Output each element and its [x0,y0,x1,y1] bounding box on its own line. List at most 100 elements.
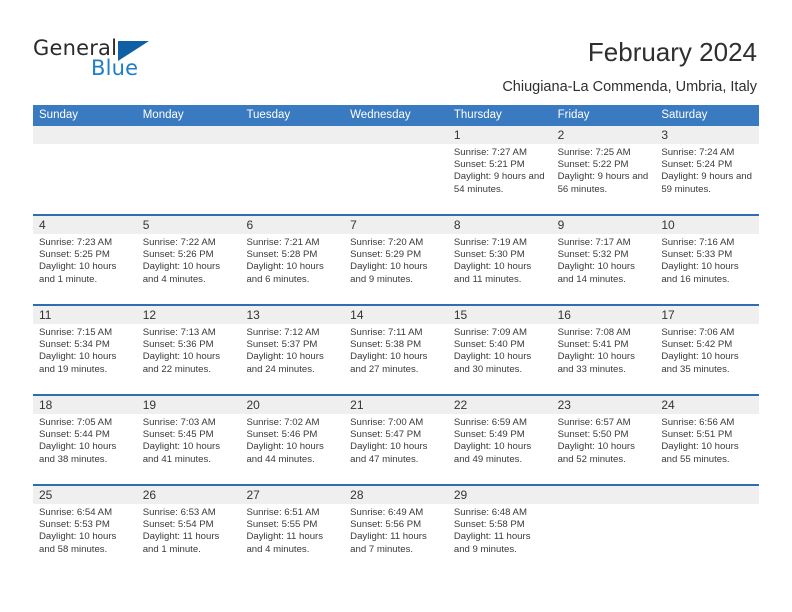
daylight-text: Daylight: 9 hours and 54 minutes. [453,171,545,195]
day-cell[interactable]: 4 Sunrise: 7:23 AM Sunset: 5:25 PM Daylight… [33,216,137,304]
day-info: Sunrise: 7:12 AM Sunset: 5:37 PM Daylight:… [240,324,344,376]
sunset-text: Sunset: 5:24 PM [661,159,733,171]
day-cell-empty [551,486,656,574]
sunrise-text: Sunrise: 6:54 AM [39,507,113,518]
sunrise-text: Sunrise: 6:56 AM [661,417,735,428]
week-row: 25 Sunrise: 6:54 AM Sunset: 5:53 PM Dayligh… [33,484,760,574]
day-number [136,126,241,144]
page-header: General Blue February 2024 Chiugiana-La … [0,0,792,100]
daylight-text: Daylight: 10 hours and 47 minutes. [350,441,428,465]
day-cell[interactable]: 5 Sunrise: 7:22 AM Sunset: 5:26 PM Daylight… [136,216,241,304]
sunset-text: Sunset: 5:29 PM [350,249,422,261]
day-info: Sunrise: 6:48 AM Sunset: 5:58 PM Daylight:… [448,504,552,556]
day-info: Sunrise: 7:23 AM Sunset: 5:25 PM Daylight:… [33,234,137,286]
day-number: 4 [33,216,137,234]
sunset-text: Sunset: 5:26 PM [142,249,214,261]
sunset-text: Sunset: 5:44 PM [39,429,110,441]
day-number [344,126,448,144]
sunrise-text: Sunrise: 7:08 AM [557,327,631,338]
day-info: Sunrise: 6:54 AM Sunset: 5:53 PM Daylight:… [33,504,137,556]
day-cell[interactable]: 27 Sunrise: 6:51 AM Sunset: 5:55 PM Dayligh… [240,486,345,574]
day-cell[interactable]: 25 Sunrise: 6:54 AM Sunset: 5:53 PM Dayligh… [33,486,137,574]
general-blue-logo[interactable]: General Blue [33,36,233,86]
week-row: 1 Sunrise: 7:27 AM Sunset: 5:21 PM Daylight… [33,126,760,214]
day-cell[interactable]: 13 Sunrise: 7:12 AM Sunset: 5:37 PM Dayligh… [240,306,345,394]
day-cell[interactable]: 10 Sunrise: 7:16 AM Sunset: 5:33 PM Dayligh… [655,216,760,304]
day-cell-empty [655,486,760,574]
calendar-page: General Blue February 2024 Chiugiana-La … [0,0,792,612]
week-row: 11 Sunrise: 7:15 AM Sunset: 5:34 PM Dayligh… [33,304,760,394]
page-subtitle: Chiugiana-La Commenda, Umbria, Italy [502,79,757,95]
page-title: February 2024 [587,37,757,67]
day-cell[interactable]: 16 Sunrise: 7:08 AM Sunset: 5:41 PM Dayligh… [551,306,656,394]
daylight-text: Daylight: 10 hours and 14 minutes. [557,261,635,285]
sunset-text: Sunset: 5:32 PM [557,249,629,261]
day-info: Sunrise: 7:22 AM Sunset: 5:26 PM Daylight:… [137,234,241,286]
daylight-text: Daylight: 10 hours and 49 minutes. [453,441,532,465]
daylight-text: Daylight: 10 hours and 1 minute. [39,261,117,285]
day-cell[interactable]: 22 Sunrise: 6:59 AM Sunset: 5:49 PM Dayligh… [447,396,552,484]
day-cell[interactable]: 29 Sunrise: 6:48 AM Sunset: 5:58 PM Dayligh… [447,486,552,574]
day-cell[interactable]: 12 Sunrise: 7:13 AM Sunset: 5:36 PM Dayligh… [136,306,241,394]
calendar-weeks: 1 Sunrise: 7:27 AM Sunset: 5:21 PM Daylight… [33,126,760,574]
day-cell[interactable]: 3 Sunrise: 7:24 AM Sunset: 5:24 PM Daylight… [655,126,760,214]
day-cell[interactable]: 21 Sunrise: 7:00 AM Sunset: 5:47 PM Dayligh… [344,396,448,484]
daylight-text: Daylight: 11 hours and 1 minute. [142,531,220,555]
day-cell[interactable]: 6 Sunrise: 7:21 AM Sunset: 5:28 PM Daylight… [240,216,345,304]
day-cell[interactable]: 15 Sunrise: 7:09 AM Sunset: 5:40 PM Dayligh… [447,306,552,394]
weekday-header-sunday: Sunday [39,109,79,121]
day-number: 19 [136,396,241,414]
sunset-text: Sunset: 5:21 PM [453,159,525,171]
sunrise-text: Sunrise: 7:03 AM [142,417,216,428]
day-cell[interactable]: 8 Sunrise: 7:19 AM Sunset: 5:30 PM Daylight… [447,216,552,304]
daylight-text: Daylight: 10 hours and 24 minutes. [246,351,324,375]
sunset-text: Sunset: 5:51 PM [661,429,733,441]
daylight-text: Daylight: 10 hours and 35 minutes. [661,351,739,375]
day-cell[interactable]: 26 Sunrise: 6:53 AM Sunset: 5:54 PM Dayligh… [136,486,241,574]
day-info: Sunrise: 6:53 AM Sunset: 5:54 PM Daylight:… [137,504,241,556]
day-cell[interactable]: 7 Sunrise: 7:20 AM Sunset: 5:29 PM Daylight… [344,216,448,304]
sunrise-text: Sunrise: 6:59 AM [453,417,527,428]
day-info: Sunrise: 7:21 AM Sunset: 5:28 PM Daylight:… [240,234,344,286]
day-cell[interactable]: 19 Sunrise: 7:03 AM Sunset: 5:45 PM Dayligh… [136,396,241,484]
sunset-text: Sunset: 5:53 PM [39,519,110,531]
day-info: Sunrise: 6:57 AM Sunset: 5:50 PM Daylight:… [552,414,656,466]
day-cell[interactable]: 24 Sunrise: 6:56 AM Sunset: 5:51 PM Dayligh… [655,396,760,484]
day-cell[interactable]: 18 Sunrise: 7:05 AM Sunset: 5:44 PM Dayligh… [33,396,137,484]
day-cell[interactable]: 20 Sunrise: 7:02 AM Sunset: 5:46 PM Dayligh… [240,396,345,484]
sunset-text: Sunset: 5:47 PM [350,429,422,441]
daylight-text: Daylight: 10 hours and 19 minutes. [39,351,117,375]
day-number: 17 [655,306,760,324]
weekday-header-thursday: Thursday [453,109,502,121]
sunrise-text: Sunrise: 6:48 AM [453,507,527,518]
day-number: 1 [447,126,552,144]
day-cell[interactable]: 28 Sunrise: 6:49 AM Sunset: 5:56 PM Dayligh… [344,486,448,574]
day-cell[interactable]: 2 Sunrise: 7:25 AM Sunset: 5:22 PM Daylight… [551,126,656,214]
sunset-text: Sunset: 5:49 PM [453,429,525,441]
day-number: 7 [344,216,448,234]
day-number: 11 [33,306,137,324]
sunrise-text: Sunrise: 7:09 AM [453,327,527,338]
day-number: 6 [240,216,345,234]
sunset-text: Sunset: 5:30 PM [453,249,525,261]
day-number: 8 [447,216,552,234]
day-cell[interactable]: 9 Sunrise: 7:17 AM Sunset: 5:32 PM Daylight… [551,216,656,304]
day-cell[interactable]: 23 Sunrise: 6:57 AM Sunset: 5:50 PM Dayligh… [551,396,656,484]
calendar-grid: Sunday Monday Tuesday Wednesday Thursday Frid… [33,105,760,574]
day-cell[interactable]: 11 Sunrise: 7:15 AM Sunset: 5:34 PM Dayligh… [33,306,137,394]
day-number: 13 [240,306,345,324]
day-info: Sunrise: 7:13 AM Sunset: 5:36 PM Daylight:… [137,324,241,376]
sunrise-text: Sunrise: 7:24 AM [661,147,735,158]
sunset-text: Sunset: 5:58 PM [453,519,525,531]
sunrise-text: Sunrise: 7:17 AM [557,237,631,248]
sunrise-text: Sunrise: 7:19 AM [453,237,527,248]
day-cell-empty [136,126,241,214]
day-cell[interactable]: 1 Sunrise: 7:27 AM Sunset: 5:21 PM Daylight… [447,126,552,214]
day-cell-empty [344,126,448,214]
sunset-text: Sunset: 5:54 PM [142,519,214,531]
day-cell[interactable]: 17 Sunrise: 7:06 AM Sunset: 5:42 PM Dayligh… [655,306,760,394]
sunset-text: Sunset: 5:45 PM [142,429,214,441]
day-cell[interactable]: 14 Sunrise: 7:11 AM Sunset: 5:38 PM Dayligh… [344,306,448,394]
day-info: Sunrise: 7:05 AM Sunset: 5:44 PM Daylight:… [33,414,137,466]
sunset-text: Sunset: 5:56 PM [350,519,422,531]
